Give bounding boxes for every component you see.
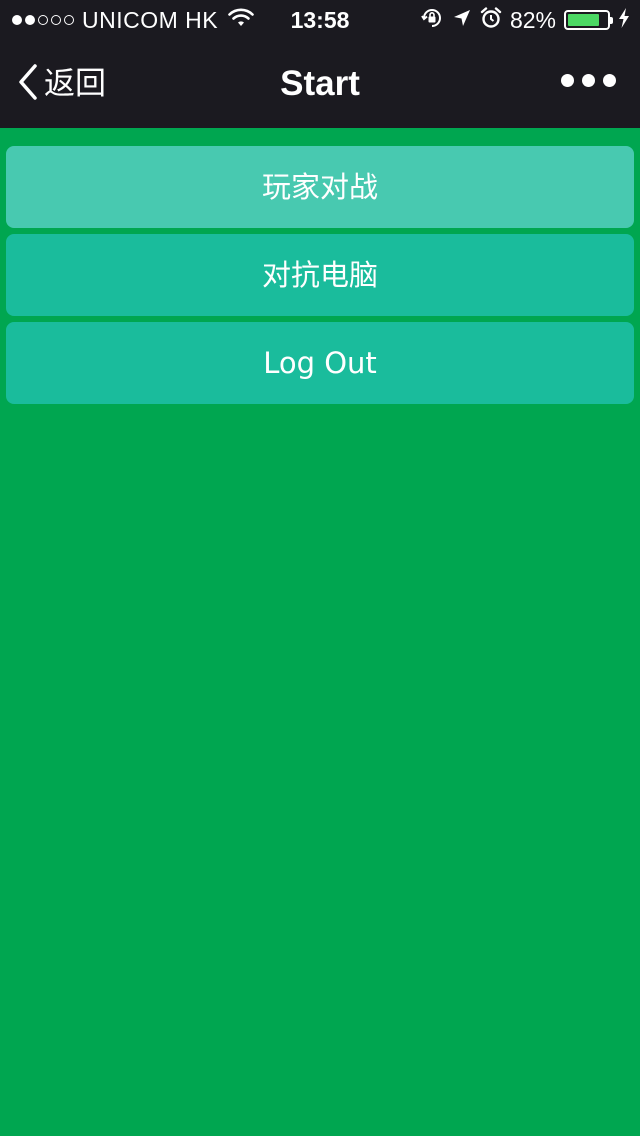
app-header: UNICOM HK 13:58 82% 返回 Start: [0, 0, 640, 128]
player-vs-player-button[interactable]: 玩家对战: [6, 146, 634, 228]
battery-nub: [610, 17, 613, 24]
more-dots-icon: [582, 74, 595, 87]
battery-level-fill: [568, 14, 600, 26]
more-options-button[interactable]: [561, 74, 616, 87]
orientation-lock-icon: [420, 6, 444, 35]
more-dots-icon: [561, 74, 574, 87]
alarm-icon: [480, 6, 502, 34]
charging-bolt-icon: [618, 7, 630, 34]
log-out-button[interactable]: Log Out: [6, 322, 634, 404]
status-right: 82%: [420, 6, 630, 34]
vs-computer-button[interactable]: 对抗电脑: [6, 234, 634, 316]
status-bar: UNICOM HK 13:58 82%: [0, 0, 640, 40]
location-arrow-icon: [452, 8, 472, 33]
navigation-bar: 返回 Start: [0, 40, 640, 128]
battery-percent: 82%: [509, 6, 556, 33]
main-menu: 玩家对战 对抗电脑 Log Out: [6, 146, 634, 410]
battery-icon: [564, 10, 613, 30]
more-dots-icon: [603, 74, 616, 87]
page-title: Start: [280, 64, 360, 103]
